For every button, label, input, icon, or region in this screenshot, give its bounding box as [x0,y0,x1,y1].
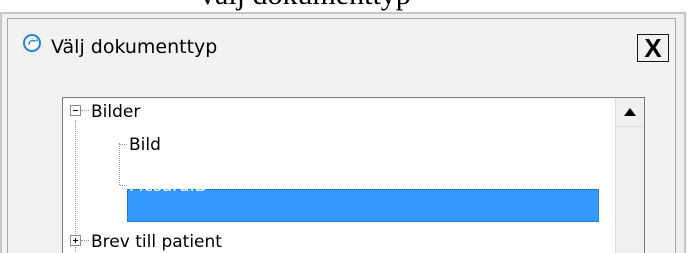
tree-line [81,240,89,242]
app-logo-icon [22,33,42,53]
scroll-up-arrow-icon[interactable] [616,98,644,127]
collapse-icon[interactable] [70,105,81,116]
tree-line [119,143,121,185]
tree-item-picsaraid[interactable]: PicsaraID [129,173,208,199]
top-cut-strip: välj dokumenttyp [0,0,687,12]
dialog-window: Välj dokumenttyp X Bilder Bild PicsaraID… [0,12,687,253]
close-button[interactable]: X [637,34,669,62]
tree-item-bild[interactable]: Bild [129,132,161,158]
tree-item-label: Brev till patient [91,232,222,252]
close-icon: X [644,33,662,63]
vertical-scrollbar[interactable] [615,98,644,253]
tree-line [75,120,77,253]
tree-item-label: Bilder [91,102,141,122]
tree-line [120,185,127,187]
expand-icon[interactable] [70,235,81,246]
tree-item-bilder[interactable]: Bilder [91,99,140,125]
tree-item-label: PicsaraID [129,176,208,196]
document-type-tree[interactable]: Bilder Bild PicsaraID Brev till patient [62,97,645,253]
cut-off-heading: välj dokumenttyp [200,0,411,12]
tree-item-brev-till-patient[interactable]: Brev till patient [91,229,222,253]
tree-line [120,144,127,146]
tree-item-label: Bild [129,135,161,155]
tree-line [81,110,89,112]
dialog-title: Välj dokumenttyp [51,36,218,58]
